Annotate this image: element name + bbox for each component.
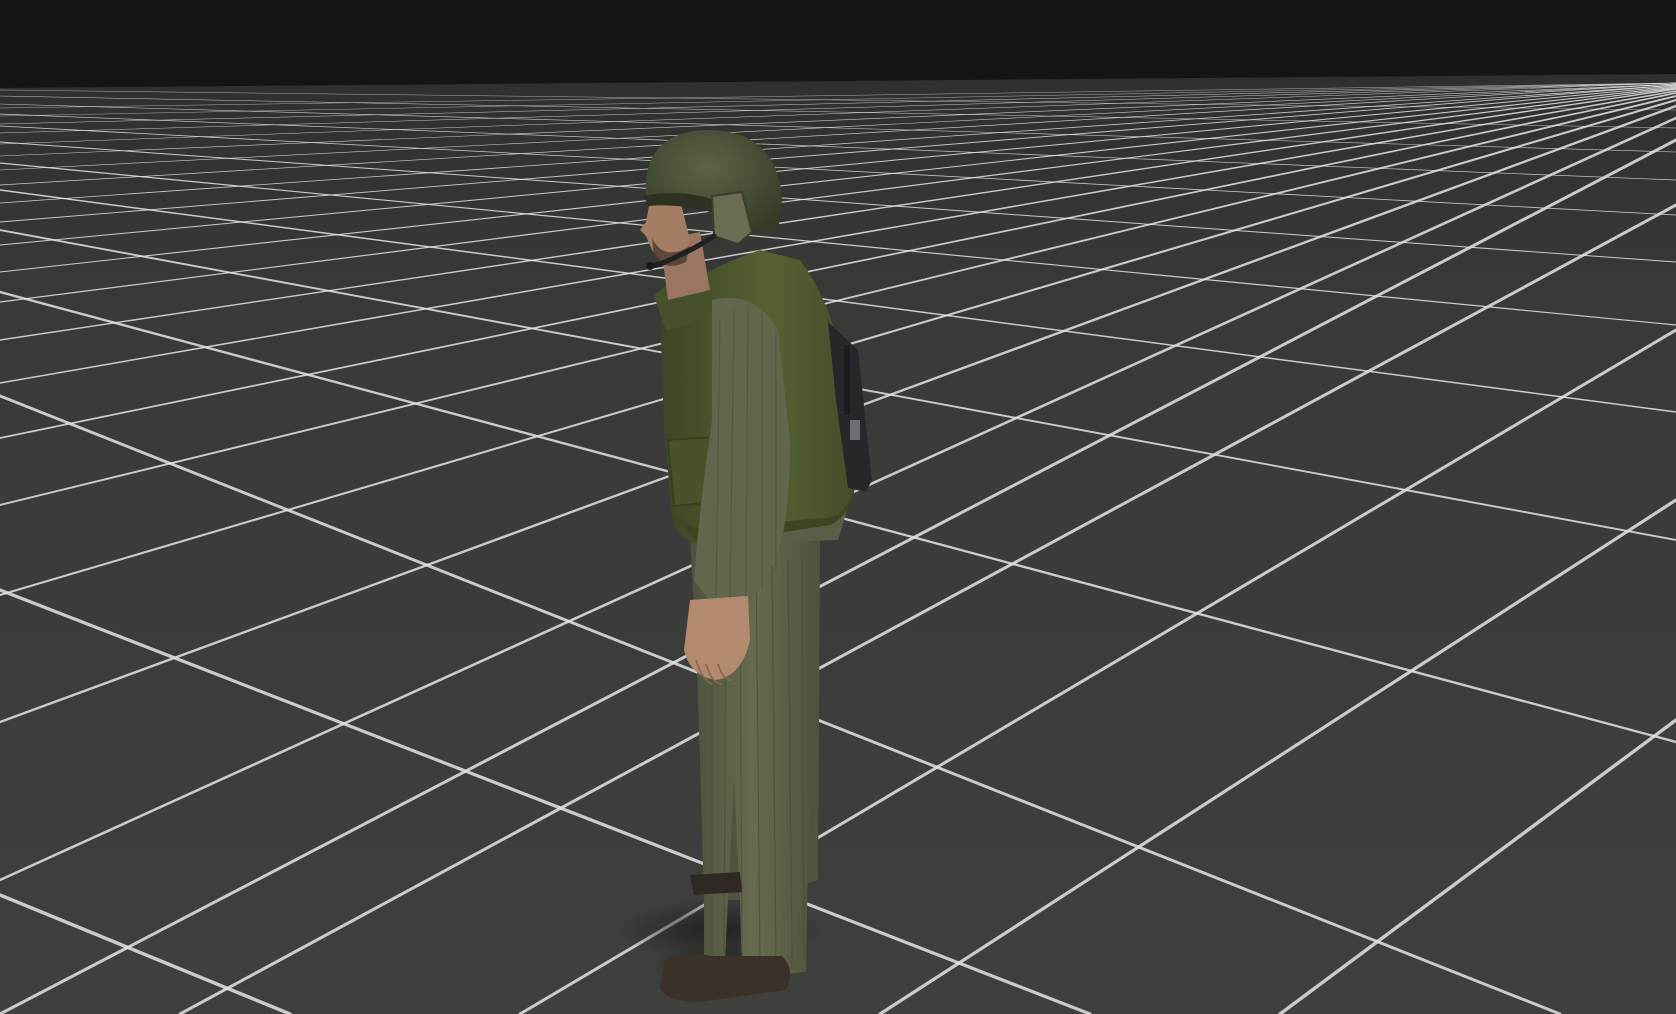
back-boot	[690, 872, 742, 895]
radio-label	[850, 420, 860, 440]
viewport-canvas[interactable]	[0, 0, 1676, 1014]
mic-tip	[646, 262, 654, 270]
radio-antenna	[844, 345, 850, 415]
model-viewport[interactable]	[0, 0, 1676, 1014]
